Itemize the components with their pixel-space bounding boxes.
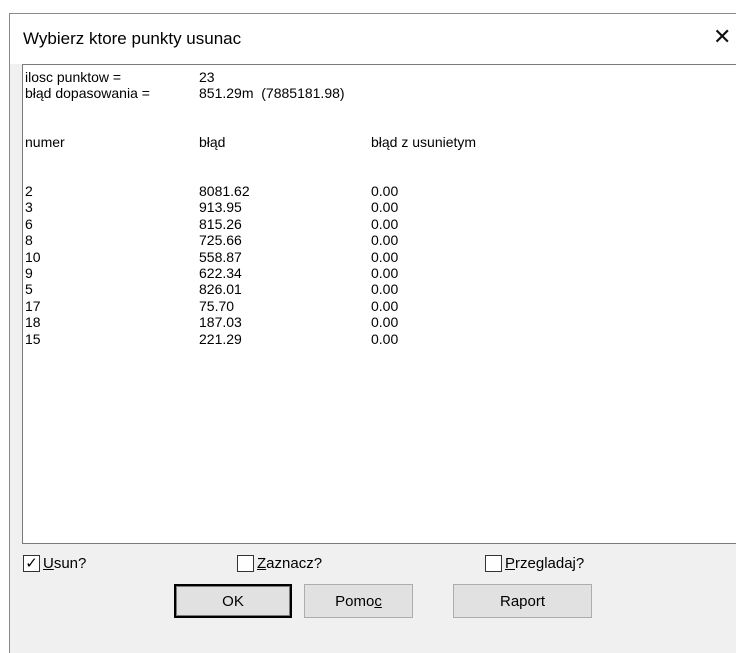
zaznacz-check-box[interactable] — [237, 555, 254, 572]
row-numer: 8 — [25, 232, 33, 249]
row-blad: 913.95 — [199, 199, 242, 216]
usun-check-box[interactable]: ✓ — [23, 555, 40, 572]
count-label: ilosc punktow = — [25, 69, 122, 85]
row-blad: 187.03 — [199, 314, 242, 331]
window-title: Wybierz ktore punkty usunac — [23, 29, 242, 48]
ok-button[interactable]: OK — [174, 584, 292, 618]
count-value: 23 — [199, 69, 215, 85]
close-icon[interactable]: ✕ — [713, 25, 731, 49]
fit-value: 851.29m (7885181.98) — [199, 85, 345, 101]
row-blad-usun: 0.00 — [371, 199, 399, 216]
usun-checkbox[interactable]: ✓ Usun? — [23, 555, 86, 572]
row-numer: 17 — [25, 297, 41, 314]
zaznacz-checkbox[interactable]: Zaznacz? — [237, 555, 322, 572]
column-header-blad-usun: błąd z usunietym — [371, 134, 477, 150]
zaznacz-label: Zaznacz? — [257, 555, 323, 572]
row-blad-usun: 0.00 — [371, 265, 399, 281]
row-blad-usun: 0.00 — [371, 297, 399, 314]
points-list[interactable]: ilosc punktow = 23 błąd dopasowania = 85… — [22, 64, 736, 544]
row-numer: 15 — [25, 330, 41, 347]
row-numer: 5 — [25, 281, 33, 298]
column-header-numer: numer — [25, 134, 65, 150]
check-icon: ✓ — [25, 555, 38, 572]
row-blad: 622.34 — [199, 265, 242, 281]
row-numer: 18 — [25, 314, 41, 331]
row-blad-usun: 0.00 — [371, 183, 399, 199]
row-numer: 6 — [25, 215, 33, 232]
row-blad-usun: 0.00 — [371, 248, 399, 265]
row-numer: 9 — [25, 265, 33, 281]
raport-button[interactable]: Raport — [453, 584, 592, 618]
row-blad-usun: 0.00 — [371, 215, 399, 232]
row-blad-usun: 0.00 — [371, 314, 399, 331]
przegladaj-checkbox[interactable]: Przegladaj? — [485, 555, 584, 572]
row-blad-usun: 0.00 — [371, 232, 399, 249]
row-blad-usun: 0.00 — [371, 281, 399, 298]
row-numer: 2 — [25, 183, 33, 199]
dialog-window: Wybierz ktore punkty usunac ✕ ilosc punk… — [9, 13, 736, 653]
row-blad: 826.01 — [199, 281, 242, 298]
usun-label: Usun? — [43, 555, 87, 572]
column-header-blad: błąd — [199, 134, 226, 150]
row-blad: 558.87 — [199, 248, 242, 265]
row-blad: 815.26 — [199, 215, 242, 232]
row-numer: 3 — [25, 199, 33, 216]
przegladaj-check-box[interactable] — [485, 555, 502, 572]
przegladaj-label: Przegladaj? — [505, 555, 585, 572]
row-numer: 10 — [25, 248, 41, 265]
row-blad: 725.66 — [199, 232, 242, 249]
row-blad-usun: 0.00 — [371, 330, 399, 347]
title-bar: Wybierz ktore punkty usunac ✕ — [10, 14, 736, 64]
pomoc-button[interactable]: Pomo c — [304, 584, 413, 618]
row-blad: 75.70 — [199, 297, 235, 314]
row-blad: 8081.62 — [199, 183, 250, 199]
row-blad: 221.29 — [199, 330, 242, 347]
fit-label: błąd dopasowania = — [25, 85, 150, 101]
